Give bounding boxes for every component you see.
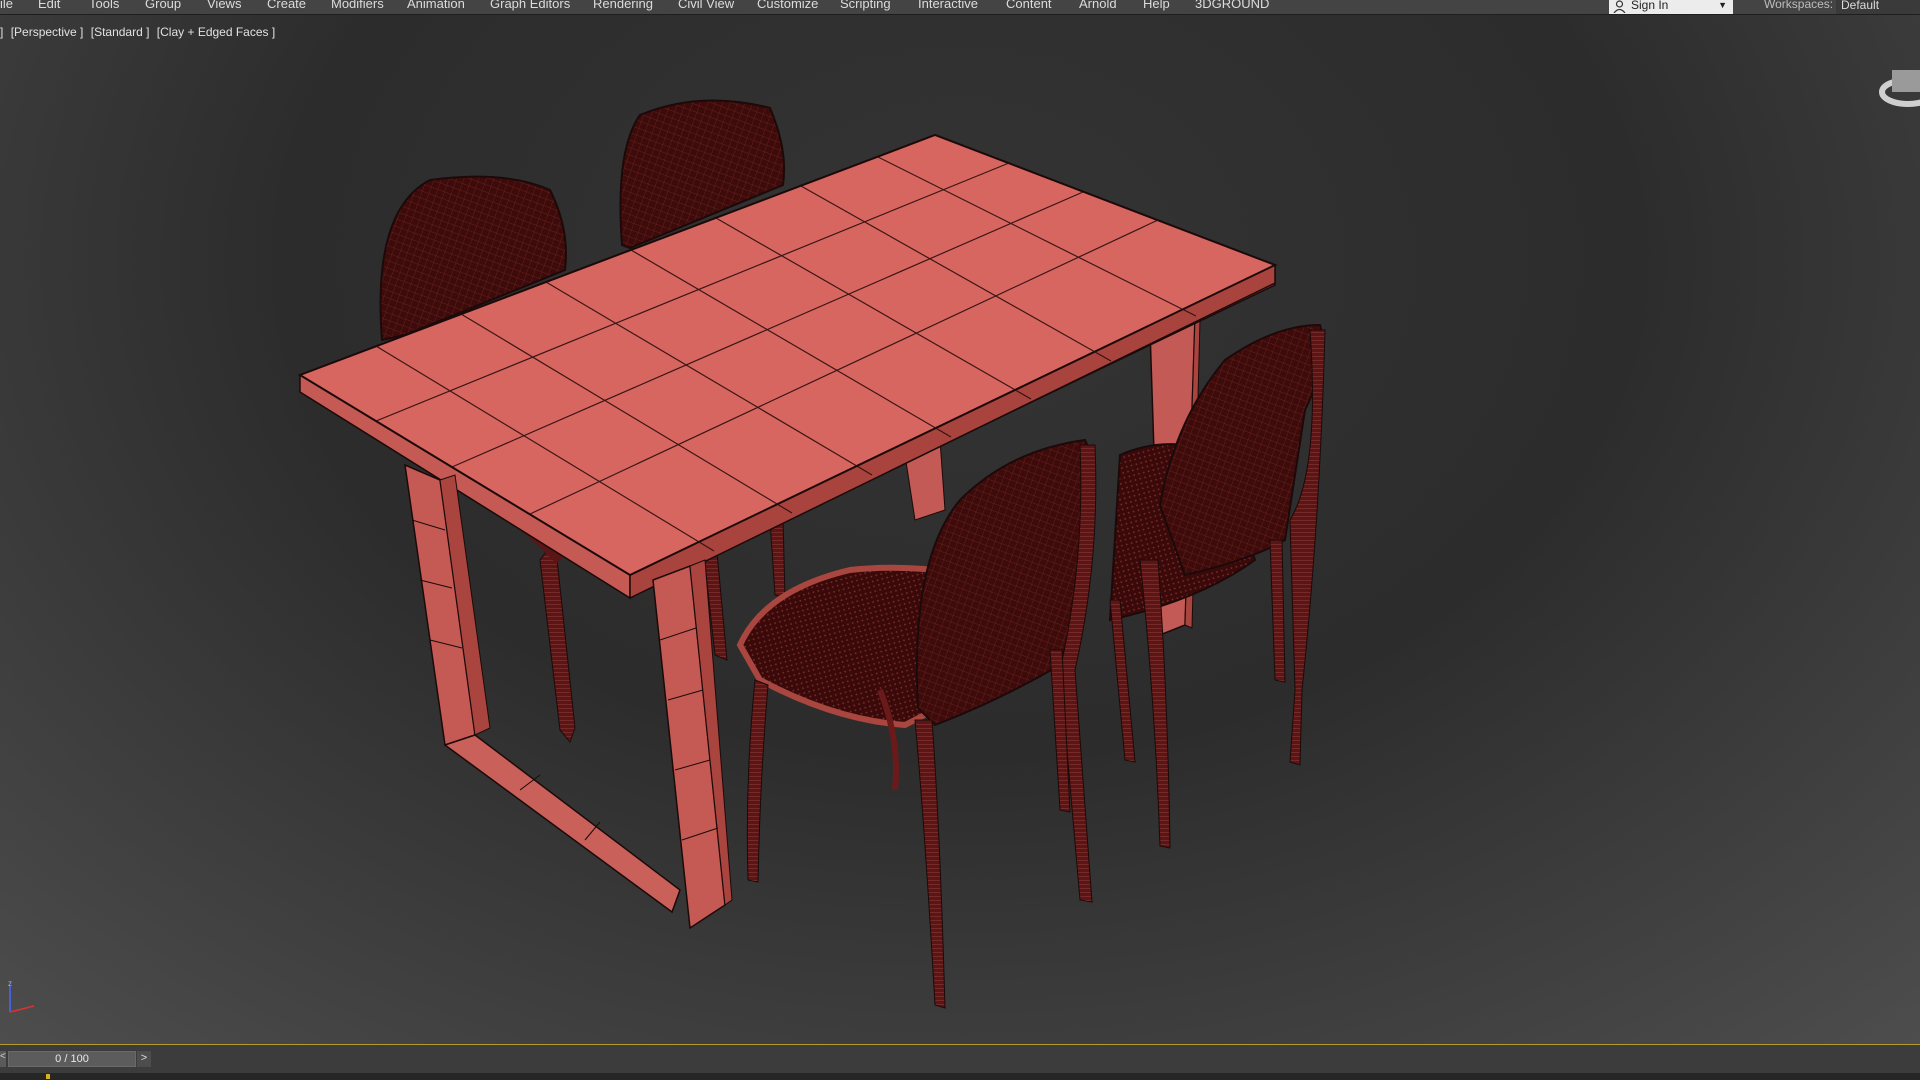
time-slider[interactable]: 0 / 100 bbox=[8, 1051, 136, 1067]
viewport-scene[interactable] bbox=[0, 0, 1920, 1040]
track-bar[interactable] bbox=[0, 1073, 1920, 1080]
axis-tripod-icon: z bbox=[8, 980, 35, 1013]
time-next-button[interactable]: > bbox=[137, 1051, 151, 1067]
chair-front-right[interactable] bbox=[1108, 323, 1326, 849]
time-slider-bar: < 0 / 100 > bbox=[0, 1045, 1920, 1080]
chair-front-center[interactable] bbox=[736, 438, 1097, 1009]
current-frame-marker bbox=[46, 1074, 50, 1079]
viewcube-icon[interactable] bbox=[1878, 48, 1920, 120]
svg-text:z: z bbox=[8, 980, 12, 988]
time-prev-button[interactable]: < bbox=[0, 1051, 6, 1067]
